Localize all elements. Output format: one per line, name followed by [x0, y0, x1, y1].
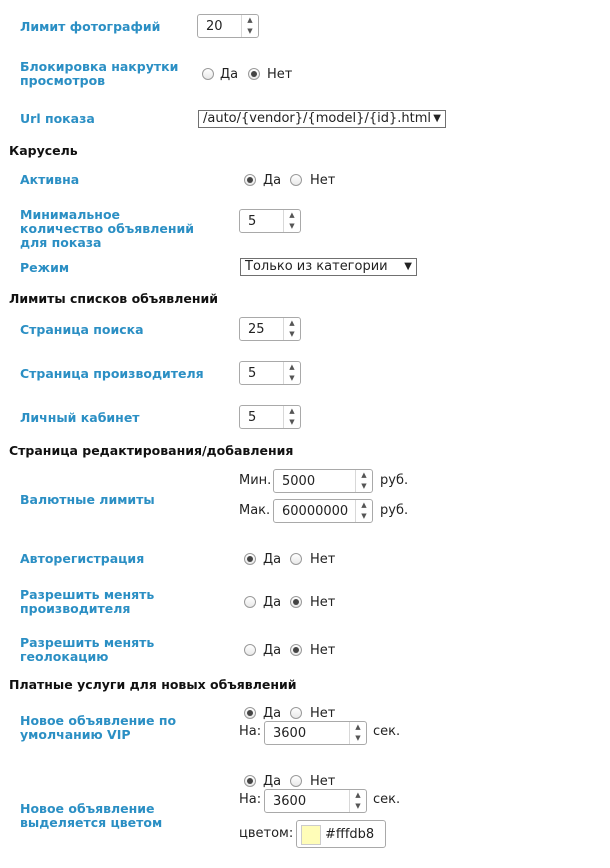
color-no-label: Нет [310, 774, 336, 789]
color-label: Новое объявление выделяется цветом [20, 801, 163, 830]
change-geo-yes-radio[interactable] [244, 644, 256, 656]
currency-max-label: Мак. [239, 503, 271, 518]
spin-down-icon[interactable]: ▼ [350, 733, 366, 744]
vip-seconds-input[interactable]: 3600 ▲ ▼ [264, 721, 367, 745]
spin-down-icon[interactable]: ▼ [284, 221, 300, 232]
spin-up-icon[interactable]: ▲ [284, 318, 300, 329]
color-for-label: На: [239, 792, 262, 807]
vendor-page-label: Страница производителя [20, 366, 204, 381]
change-vendor-yes-label: Да [263, 595, 282, 610]
vip-no-radio[interactable] [290, 707, 302, 719]
vip-yes-label: Да [263, 706, 282, 721]
carousel-active-label: Активна [20, 172, 80, 187]
currency-min-input[interactable]: 5000 ▲ ▼ [273, 469, 373, 493]
carousel-mode-select[interactable]: Только из категории ▼ [240, 258, 417, 276]
search-page-label: Страница поиска [20, 322, 144, 337]
spin-up-icon[interactable]: ▲ [356, 500, 372, 511]
color-seconds-input[interactable]: 3600 ▲ ▼ [264, 789, 367, 813]
color-picker-label: цветом: [239, 826, 294, 841]
photo-limit-label: Лимит фотографий [20, 19, 161, 34]
change-geo-no-radio[interactable] [290, 644, 302, 656]
currency-max-unit: руб. [380, 503, 409, 518]
spin-up-icon[interactable]: ▲ [284, 362, 300, 373]
spin-down-icon[interactable]: ▼ [284, 417, 300, 428]
currency-label: Валютные лимиты [20, 492, 155, 507]
autoreg-no-label: Нет [310, 552, 336, 567]
carousel-mode-label: Режим [20, 260, 70, 275]
paid-title: Платные услуги для новых объявлений [9, 677, 297, 692]
carousel-min-label: Минимальное количество объявлений для по… [20, 207, 194, 250]
spin-down-icon[interactable]: ▼ [242, 26, 258, 37]
cabinet-input[interactable]: 5 ▲ ▼ [239, 405, 301, 429]
spin-up-icon[interactable]: ▲ [350, 722, 366, 733]
spin-down-icon[interactable]: ▼ [350, 801, 366, 812]
search-page-input[interactable]: 25 ▲ ▼ [239, 317, 301, 341]
autoreg-yes-radio[interactable] [244, 553, 256, 565]
autoreg-no-radio[interactable] [290, 553, 302, 565]
spin-up-icon[interactable]: ▲ [356, 470, 372, 481]
spin-down-icon[interactable]: ▼ [284, 329, 300, 340]
carousel-active-yes-label: Да [263, 173, 282, 188]
autoreg-label: Авторегистрация [20, 551, 145, 566]
photo-limit-input[interactable]: 20 ▲ ▼ [197, 14, 259, 38]
vip-no-label: Нет [310, 706, 336, 721]
color-yes-label: Да [263, 774, 282, 789]
view-block-yes-radio[interactable] [202, 68, 214, 80]
color-swatch[interactable] [301, 825, 321, 845]
spin-down-icon[interactable]: ▼ [284, 373, 300, 384]
change-geo-yes-label: Да [263, 643, 282, 658]
currency-min-unit: руб. [380, 473, 409, 488]
vip-unit: сек. [373, 724, 401, 739]
view-block-no-radio[interactable] [248, 68, 260, 80]
change-geo-label: Разрешить менять геолокацию [20, 635, 155, 664]
chevron-down-icon: ▼ [433, 113, 441, 124]
currency-max-input[interactable]: 60000000 ▲ ▼ [273, 499, 373, 523]
carousel-min-input[interactable]: 5 ▲ ▼ [239, 209, 301, 233]
color-yes-radio[interactable] [244, 775, 256, 787]
cabinet-label: Личный кабинет [20, 410, 140, 425]
spin-up-icon[interactable]: ▲ [284, 210, 300, 221]
edit-page-title: Страница редактирования/добавления [9, 443, 294, 458]
change-vendor-no-radio[interactable] [290, 596, 302, 608]
spin-down-icon[interactable]: ▼ [356, 511, 372, 522]
vip-yes-radio[interactable] [244, 707, 256, 719]
vip-for-label: На: [239, 724, 262, 739]
color-unit: сек. [373, 792, 401, 807]
url-show-select[interactable]: /auto/{vendor}/{model}/{id}.html ▼ [198, 110, 446, 128]
change-vendor-no-label: Нет [310, 595, 336, 610]
spin-down-icon[interactable]: ▼ [356, 481, 372, 492]
color-picker-input[interactable]: #fffdb8 [296, 820, 386, 848]
vendor-page-input[interactable]: 5 ▲ ▼ [239, 361, 301, 385]
color-no-radio[interactable] [290, 775, 302, 787]
carousel-active-no-radio[interactable] [290, 174, 302, 186]
spin-up-icon[interactable]: ▲ [350, 790, 366, 801]
chevron-down-icon: ▼ [404, 261, 412, 272]
carousel-title: Карусель [9, 143, 78, 158]
change-vendor-label: Разрешить менять производителя [20, 587, 155, 616]
carousel-active-no-label: Нет [310, 173, 336, 188]
change-vendor-yes-radio[interactable] [244, 596, 256, 608]
list-limits-title: Лимиты списков объявлений [9, 291, 218, 306]
change-geo-no-label: Нет [310, 643, 336, 658]
spin-up-icon[interactable]: ▲ [284, 406, 300, 417]
autoreg-yes-label: Да [263, 552, 282, 567]
spin-up-icon[interactable]: ▲ [242, 15, 258, 26]
url-show-label: Url показа [20, 111, 95, 126]
currency-min-label: Мин. [239, 473, 272, 488]
view-block-yes-label: Да [220, 67, 239, 82]
view-block-label: Блокировка накрутки просмотров [20, 59, 179, 88]
carousel-active-yes-radio[interactable] [244, 174, 256, 186]
view-block-no-label: Нет [267, 67, 293, 82]
vip-label: Новое объявление по умолчанию VIP [20, 713, 177, 742]
